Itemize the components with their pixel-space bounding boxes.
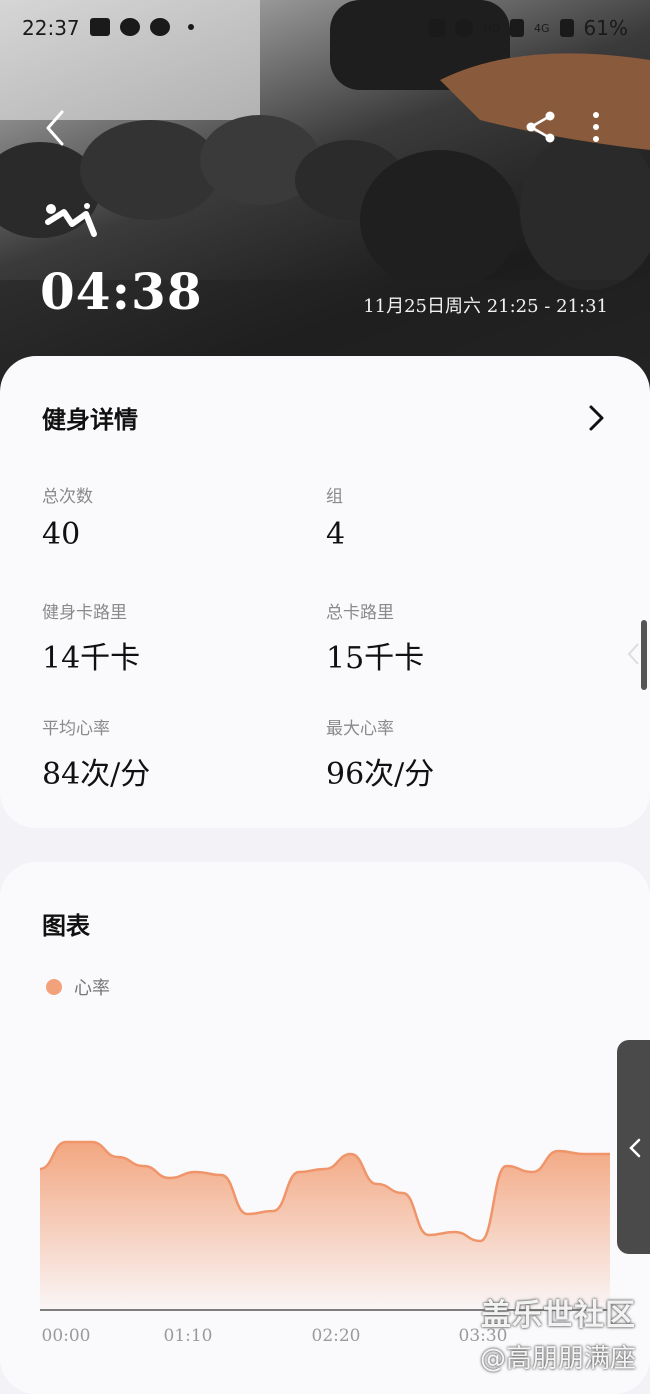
chart-title: 图表: [42, 911, 90, 940]
stat-total-calories: 总卡路里 15千卡: [326, 598, 424, 677]
share-icon[interactable]: [524, 110, 558, 144]
stat-value: 40: [42, 517, 81, 552]
stat-total-reps: 总次数 40: [42, 482, 93, 552]
stat-label: 总次数: [42, 487, 93, 507]
legend-dot: [46, 979, 62, 995]
stat-average-heart-rate: 平均心率 84次/分: [42, 714, 150, 793]
x-tick-label: 01:10: [164, 1326, 213, 1346]
watermark: 盖乐世社区 @高朋朋满座: [480, 1290, 636, 1375]
status-time: 22:37: [22, 16, 80, 40]
workout-header-image: 22:37 HD 4G 61% 04:38 11月25日周六 21:25 - 2…: [0, 0, 650, 400]
chevron-left-faint-icon: [627, 643, 639, 665]
status-bar: 22:37 HD 4G 61%: [0, 0, 650, 58]
edge-panel-handle[interactable]: [617, 1040, 650, 1254]
stat-value: 96次/分: [326, 757, 435, 792]
stat-label: 最大心率: [326, 719, 394, 739]
stat-label: 组: [326, 487, 343, 507]
more-icon[interactable]: [584, 110, 608, 144]
scrollbar[interactable]: [641, 620, 647, 690]
watermark-line-2: @高朋朋满座: [479, 1344, 636, 1374]
workout-date-range: 11月25日周六 21:25 - 21:31: [363, 296, 608, 317]
wechat-icon: [150, 18, 170, 36]
details-title[interactable]: 健身详情: [42, 400, 138, 435]
battery-level: 61%: [583, 16, 628, 40]
chart-legend: 心率: [46, 974, 110, 1000]
watermark-line-1: 盖乐世社区: [481, 1298, 636, 1333]
x-tick-label: 02:20: [312, 1326, 361, 1346]
chevron-right-icon[interactable]: [584, 404, 608, 432]
x-tick-label: 00:00: [42, 1326, 91, 1346]
stat-value: 4: [326, 517, 346, 552]
stat-label: 健身卡路里: [42, 603, 127, 623]
notification-icons: [90, 18, 194, 36]
stat-label: 平均心率: [42, 719, 110, 739]
stat-label: 总卡路里: [326, 603, 394, 623]
back-icon[interactable]: [38, 108, 78, 148]
stat-value: 84次/分: [42, 757, 151, 792]
signal-icon: [510, 19, 525, 37]
dnd-icon: [120, 18, 140, 36]
stat-value: 15千卡: [326, 641, 425, 676]
gallery-icon: [90, 18, 110, 36]
stat-value: 14千卡: [42, 641, 141, 676]
stat-workout-calories: 健身卡路里 14千卡: [42, 598, 140, 677]
stat-max-heart-rate: 最大心率 96次/分: [326, 714, 434, 793]
signal-icon-2: [559, 19, 574, 37]
more-notifications-icon: [188, 24, 194, 30]
stat-sets: 组 4: [326, 482, 345, 552]
wifi-icon: [455, 19, 474, 37]
mute-icon: [429, 19, 446, 37]
status-right: HD 4G 61%: [429, 16, 628, 40]
workout-duration: 04:38: [40, 262, 203, 321]
legend-label: 心率: [74, 978, 110, 999]
hd-label: HD: [483, 21, 501, 35]
network-type-label: 4G: [534, 21, 550, 35]
workout-icon: [45, 203, 97, 237]
heart-rate-area: [40, 1142, 610, 1310]
chevron-left-icon: [629, 1138, 641, 1158]
